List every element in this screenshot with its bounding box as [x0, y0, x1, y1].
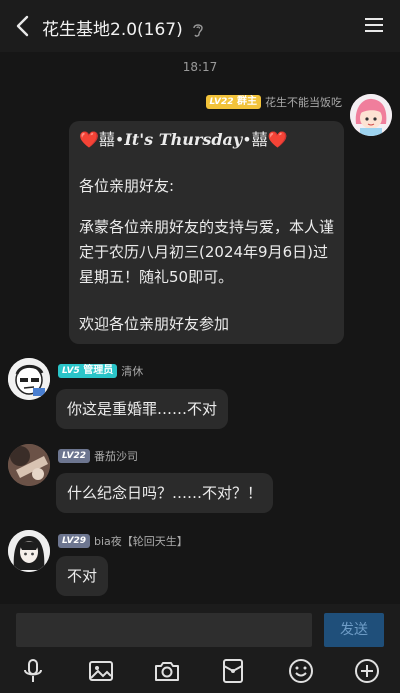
- sender-line: LV22 番茄沙司: [58, 448, 138, 464]
- message-bubble[interactable]: 不对: [56, 556, 109, 596]
- avatar[interactable]: [8, 530, 50, 572]
- avatar-photo-image: [8, 444, 50, 486]
- avatar[interactable]: [350, 94, 392, 136]
- message-input[interactable]: [16, 613, 312, 647]
- message-line: 承蒙各位亲朋好友的支持与爱，本人谨定于农历八月初三(2024年9月6日)过星期五…: [79, 218, 335, 286]
- add-icon[interactable]: [354, 658, 380, 684]
- chat-header: 花生基地2.0(167): [0, 0, 400, 52]
- message-timestamp: 18:17: [182, 60, 218, 74]
- message-text: 你这是重婚罪……不对: [67, 400, 218, 418]
- avatar-girl-image: [350, 94, 392, 136]
- emoji-icon[interactable]: [288, 658, 314, 684]
- level-badge: LV29: [58, 534, 90, 548]
- send-button[interactable]: 发送: [324, 613, 384, 647]
- level-badge: LV5: [62, 366, 80, 376]
- sender-line: LV29 bia夜【轮回天生】: [58, 533, 188, 549]
- message-text: 不对: [67, 567, 98, 585]
- sender-name[interactable]: 清休: [121, 363, 143, 379]
- greeting-prefix: ❤️囍•: [79, 130, 125, 149]
- message-bubble[interactable]: 什么纪念日吗？……不对？！: [56, 473, 274, 513]
- sender-line-owner: LV22 群主 花生不能当饭吃: [205, 94, 342, 110]
- avatar-anime-image: [8, 530, 50, 572]
- ear-mode-icon[interactable]: [192, 22, 204, 38]
- message-text: 什么纪念日吗？……不对？！: [67, 484, 263, 502]
- message-greeting: ❤️囍•It's Thursday•囍❤️: [79, 129, 288, 151]
- image-icon[interactable]: [88, 658, 114, 684]
- message-line: 欢迎各位亲朋好友参加: [79, 315, 230, 333]
- level-badge: LV22: [209, 97, 234, 107]
- message-bubble[interactable]: 你这是重婚罪……不对: [56, 389, 229, 429]
- menu-icon[interactable]: [364, 16, 384, 34]
- sender-name[interactable]: 番茄沙司: [94, 448, 138, 464]
- owner-badge: LV22 群主: [205, 95, 261, 109]
- message-bubble[interactable]: ❤️囍•It's Thursday•囍❤️ 各位亲朋好友: 承蒙各位亲朋好友的支…: [69, 121, 344, 344]
- level-badge: LV22: [58, 449, 90, 463]
- sender-name[interactable]: 花生不能当饭吃: [265, 94, 342, 110]
- microphone-icon[interactable]: [20, 658, 46, 684]
- camera-icon[interactable]: [154, 658, 180, 684]
- message-line: 各位亲朋好友:: [79, 177, 175, 195]
- avatar[interactable]: [8, 444, 50, 486]
- role-badge: 管理员: [83, 365, 114, 376]
- red-packet-icon[interactable]: [220, 658, 246, 684]
- group-title: 花生基地2.0(167): [42, 15, 204, 40]
- role-badge: 群主: [237, 96, 257, 107]
- greeting-text: It's Thursday: [124, 130, 243, 149]
- avatar-cartoon-image: [8, 358, 50, 400]
- greeting-suffix: •囍❤️: [242, 130, 288, 149]
- input-bar: 发送: [0, 604, 400, 693]
- sender-line: LV5 管理员 清休: [58, 363, 143, 379]
- avatar[interactable]: [8, 358, 50, 400]
- group-title-text: 花生基地2.0(167): [42, 20, 183, 40]
- sender-name[interactable]: bia夜【轮回天生】: [94, 533, 188, 549]
- back-arrow-icon[interactable]: [12, 14, 34, 38]
- admin-badge: LV5 管理员: [58, 364, 118, 378]
